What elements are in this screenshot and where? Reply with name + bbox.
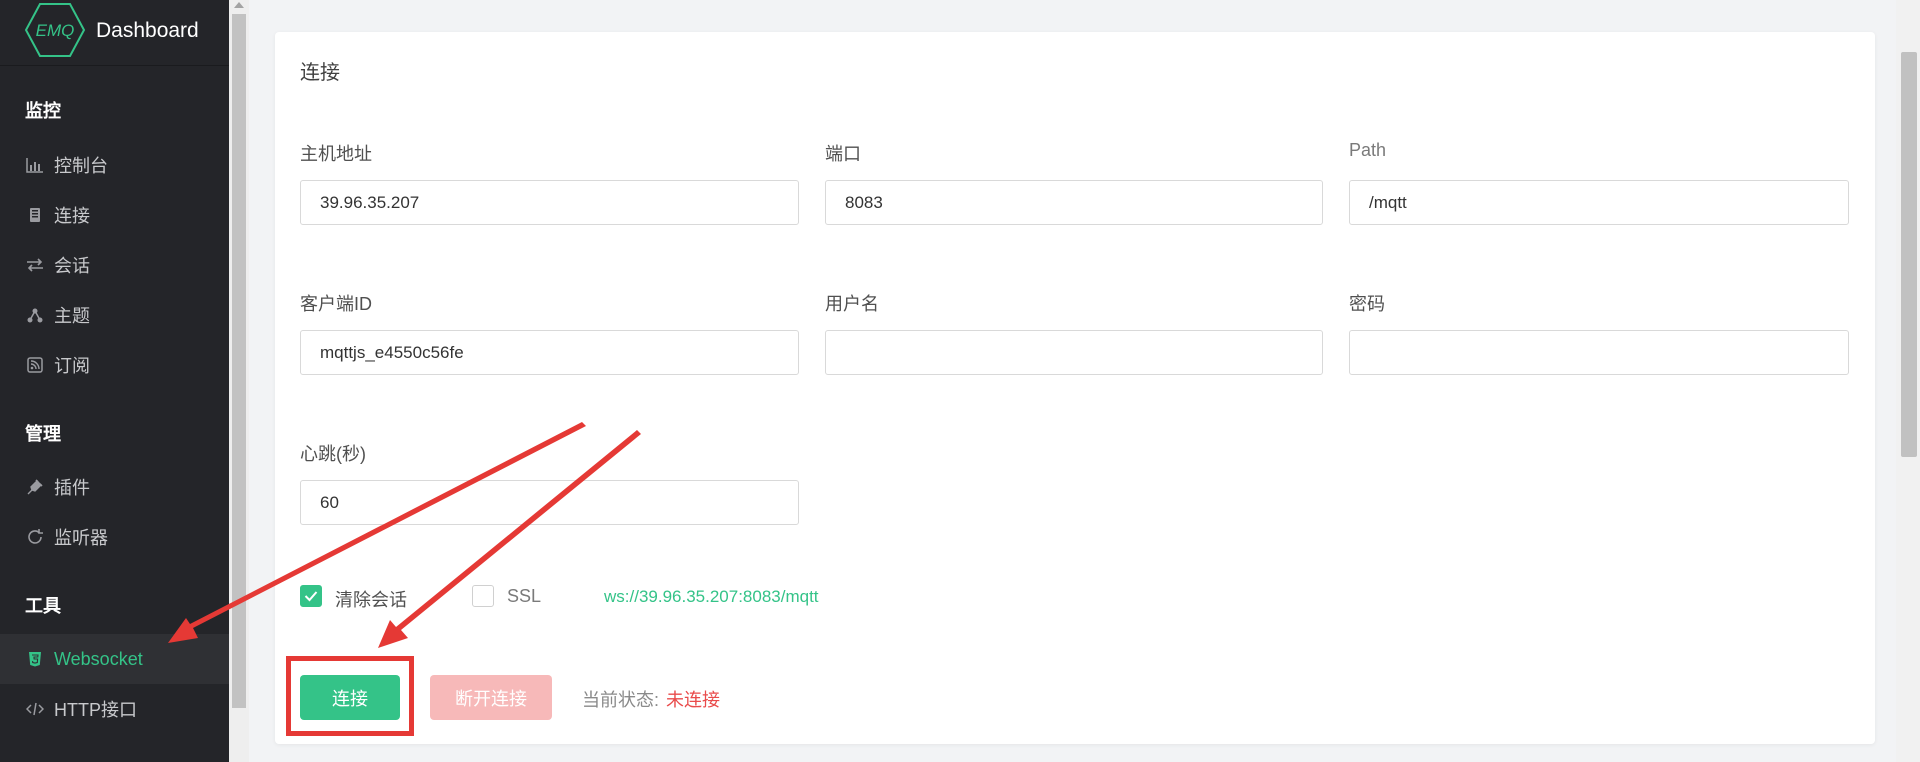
sidebar-item-topics[interactable]: 主题: [0, 290, 229, 340]
client-id-label: 客户端ID: [300, 294, 372, 314]
sidebar-item-sessions[interactable]: 会话: [0, 240, 229, 290]
port-label: 端口: [825, 144, 861, 164]
sidebar-item-listeners[interactable]: 监听器: [0, 512, 229, 562]
sidebar-item-subscriptions[interactable]: 订阅: [0, 340, 229, 390]
topic-nodes-icon: [25, 305, 45, 325]
username-input[interactable]: [825, 330, 1323, 375]
password-label: 密码: [1349, 294, 1385, 314]
scroll-up-arrow-icon[interactable]: [234, 2, 244, 8]
sidebar-item-connections[interactable]: 连接: [0, 190, 229, 240]
password-input[interactable]: [1349, 330, 1849, 375]
ssl-checkbox[interactable]: [472, 585, 494, 607]
check-icon: [304, 591, 318, 602]
group-title-tools: 工具: [25, 596, 61, 616]
websocket-url: ws://39.96.35.207:8083/mqtt: [604, 587, 819, 606]
code-icon: [25, 699, 45, 719]
sidebar-item-label: 主题: [54, 306, 90, 326]
annotation-highlight-box: [286, 656, 414, 736]
websocket-connect-card: [275, 32, 1875, 744]
port-input[interactable]: 8083: [825, 180, 1323, 225]
status-label: 当前状态:: [582, 690, 660, 710]
username-label: 用户名: [825, 294, 879, 314]
sidebar-item-plugins[interactable]: 插件: [0, 462, 229, 512]
rss-icon: [25, 355, 45, 375]
ssl-label[interactable]: SSL: [507, 586, 541, 607]
brand[interactable]: EMQ Dashboard: [0, 0, 229, 66]
sidebar-item-label: Websocket: [54, 648, 143, 669]
client-id-input[interactable]: mqttjs_e4550c56fe: [300, 330, 799, 375]
plug-icon: [25, 477, 45, 497]
html5-icon: [25, 649, 45, 669]
group-title-monitor: 监控: [25, 101, 61, 121]
bar-chart-icon: [25, 155, 45, 175]
page-scrollbar-thumb[interactable]: [1901, 52, 1917, 457]
sidebar-scrollbar-thumb[interactable]: [232, 14, 246, 708]
brand-title: Dashboard: [96, 18, 199, 42]
disconnect-button[interactable]: 断开连接: [430, 675, 552, 720]
keepalive-label: 心跳(秒): [300, 444, 366, 464]
status-value: 未连接: [666, 690, 720, 710]
refresh-circle-icon: [25, 527, 45, 547]
sidebar-item-label: 控制台: [54, 156, 108, 176]
svg-text:EMQ: EMQ: [36, 21, 75, 40]
swap-arrows-icon: [25, 255, 45, 275]
clean-session-checkbox[interactable]: [300, 585, 322, 607]
host-label: 主机地址: [300, 144, 372, 164]
sidebar-item-label: 会话: [54, 256, 90, 276]
sidebar-item-label: 监听器: [54, 528, 108, 548]
path-input[interactable]: /mqtt: [1349, 180, 1849, 225]
group-title-manage: 管理: [25, 424, 61, 444]
sidebar-item-http-api[interactable]: HTTP接口: [0, 684, 229, 734]
emq-logo: EMQ: [24, 0, 86, 61]
section-title: 连接: [300, 62, 340, 84]
sidebar-item-websocket[interactable]: Websocket: [0, 634, 229, 684]
sidebar-item-label: 订阅: [54, 356, 90, 376]
clean-session-label[interactable]: 清除会话: [335, 586, 407, 612]
sidebar-item-label: HTTP接口: [54, 700, 137, 720]
sidebar-item-label: 插件: [54, 478, 90, 498]
sidebar: EMQ Dashboard 监控 控制台 连接 会话 主题 订阅 管理 插件 监…: [0, 0, 229, 762]
host-input[interactable]: 39.96.35.207: [300, 180, 799, 225]
sidebar-item-overview[interactable]: 控制台: [0, 140, 229, 190]
path-label: Path: [1349, 140, 1387, 160]
device-icon: [25, 205, 45, 225]
sidebar-item-label: 连接: [54, 206, 90, 226]
keepalive-input[interactable]: 60: [300, 480, 799, 525]
